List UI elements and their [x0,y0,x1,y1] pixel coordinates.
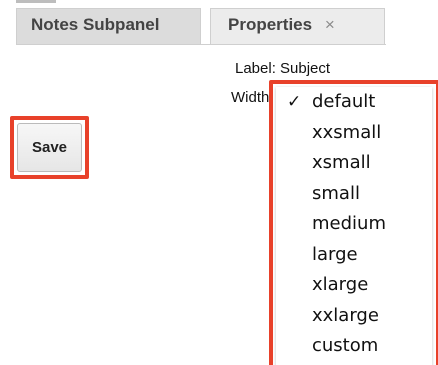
width-option-label: default [312,91,376,112]
width-option-label: xxsmall [312,121,382,143]
width-option-xxlarge[interactable]: xxlarge [276,301,432,332]
width-option-label: xxlarge [312,304,379,326]
width-dropdown-list: ✓ default xxsmall xsmall small medium large xla… [276,87,432,365]
width-option-label: custom [312,335,379,356]
tab-bar-divider [16,44,386,45]
width-option-xlarge[interactable]: xlarge [276,270,432,301]
width-option-label: large [312,243,358,265]
checkmark-icon: ✓ [287,92,302,112]
width-option-custom[interactable]: custom [276,331,432,362]
tab-properties[interactable]: Properties × [210,8,385,45]
width-option-small[interactable]: small [276,179,432,210]
save-button[interactable]: Save [17,123,82,172]
close-icon[interactable]: × [325,15,335,35]
width-option-xsmall[interactable]: xsmall [276,148,432,179]
width-option-medium[interactable]: medium [276,209,432,240]
tab-properties-label: Properties [228,15,313,34]
width-option-label: xsmall [312,152,371,173]
width-option-label: small [312,182,360,204]
label-property-text: Label: Subject [235,60,331,77]
top-edge-divider [16,0,56,3]
width-option-large[interactable]: large [276,240,432,271]
width-option-label: xlarge [312,274,369,295]
tab-notes-subpanel[interactable]: Notes Subpanel [16,8,201,45]
width-option-default[interactable]: ✓ default [276,87,432,118]
tab-notes-subpanel-label: Notes Subpanel [31,15,160,34]
properties-panel: Notes Subpanel Properties × Label: Subje… [0,0,438,365]
width-option-xxsmall[interactable]: xxsmall [276,118,432,149]
width-option-label: medium [312,213,386,234]
